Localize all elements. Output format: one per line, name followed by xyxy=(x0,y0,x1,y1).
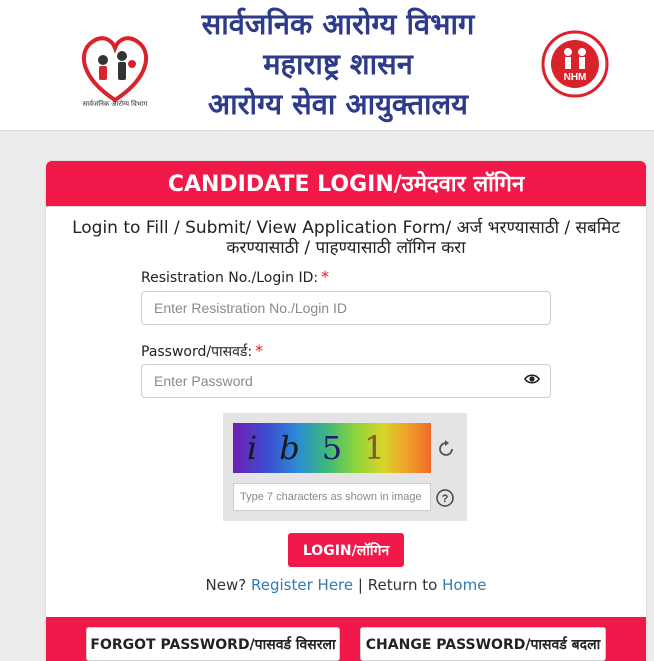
title-line-1: सार्वजनिक आरोग्य विभाग xyxy=(201,7,475,41)
site-header: सार्वजनिक आरोग्य विभाग सार्वजनिक आरोग्य … xyxy=(0,0,654,131)
return-text: Return to xyxy=(367,576,438,594)
show-password-eye-icon[interactable] xyxy=(524,373,540,385)
login-intro-text: Login to Fill / Submit/ View Application… xyxy=(72,218,620,258)
login-heading: CANDIDATE LOGIN/उमेदवार लॉगिन xyxy=(46,161,646,207)
login-card: CANDIDATE LOGIN/उमेदवार लॉगिन Login to F… xyxy=(46,161,646,661)
title-line-2: महाराष्ट्र शासन xyxy=(263,47,413,81)
password-label-text: Password/पासवर्ड: xyxy=(141,344,253,360)
captcha-char: 1 xyxy=(364,429,393,467)
registration-label-text: Resistration No./Login ID: xyxy=(141,270,319,286)
captcha-char: 5 xyxy=(321,429,351,467)
captcha-image: ib51srq xyxy=(233,423,431,473)
password-label: Password/पासवर्ड: * xyxy=(141,341,263,361)
login-button[interactable]: LOGIN/लॉगिन xyxy=(288,533,404,567)
password-input[interactable] xyxy=(141,364,551,398)
captcha-input[interactable] xyxy=(233,483,431,511)
registration-input[interactable] xyxy=(141,291,551,325)
public-health-logo-icon: सार्वजनिक आरोग्य विभाग xyxy=(81,36,149,108)
new-user-text: New? xyxy=(205,576,247,594)
required-mark: * xyxy=(255,341,264,360)
register-link[interactable]: Register Here xyxy=(251,576,353,594)
captcha-char: i xyxy=(247,429,266,467)
registration-label: Resistration No./Login ID: * xyxy=(141,267,329,286)
captcha-panel: ib51srq ? xyxy=(223,413,467,521)
forgot-password-button[interactable]: FORGOT PASSWORD/पासवर्ड विसरला xyxy=(86,627,340,661)
right-logo-text: NHM xyxy=(564,72,587,83)
password-actions-bar: FORGOT PASSWORD/पासवर्ड विसरला CHANGE PA… xyxy=(46,617,646,661)
captcha-char: b xyxy=(279,429,308,467)
required-mark: * xyxy=(321,267,330,286)
links-separator: | xyxy=(357,576,363,594)
title-line-3: आरोग्य सेवा आयुक्तालय xyxy=(208,87,468,121)
refresh-captcha-icon[interactable] xyxy=(436,439,456,459)
change-password-button[interactable]: CHANGE PASSWORD/पासवर्ड बदला xyxy=(360,627,606,661)
site-title: सार्वजनिक आरोग्य विभाग महाराष्ट्र शासन आ… xyxy=(168,4,508,124)
nhm-logo-icon: NHM xyxy=(541,30,609,98)
left-logo-text: सार्वजनिक आरोग्य विभाग xyxy=(83,99,149,108)
home-link[interactable]: Home xyxy=(442,576,486,594)
svg-text:?: ? xyxy=(442,493,449,505)
captcha-help-icon[interactable]: ? xyxy=(436,489,454,507)
account-links: New? Register Here | Return to Home xyxy=(46,576,646,594)
